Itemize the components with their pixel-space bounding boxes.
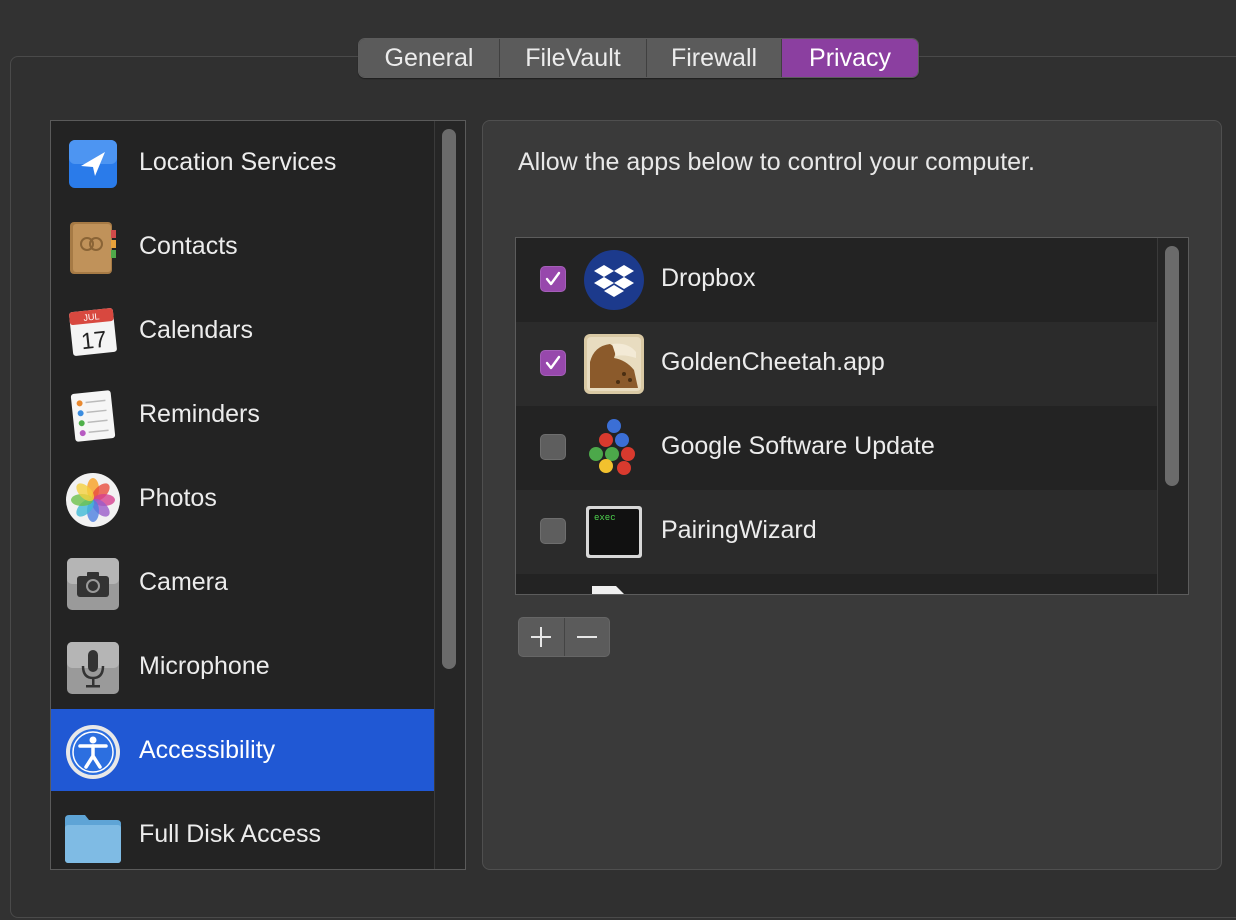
category-photos[interactable]: Photos — [51, 457, 434, 539]
google-update-balls-icon — [589, 419, 635, 475]
remove-button[interactable] — [565, 618, 609, 656]
goldencheetah-icon — [584, 334, 644, 394]
app-name: Dropbox — [661, 264, 756, 292]
category-calendars[interactable]: JUL 17 Calendars — [51, 289, 434, 371]
app-checkbox[interactable] — [540, 266, 566, 292]
privacy-category-list[interactable]: Location Services Contacts JUL 17 Calend… — [50, 120, 466, 870]
category-reminders[interactable]: Reminders — [51, 373, 434, 455]
app-list-scrollbar[interactable] — [1157, 238, 1188, 594]
tab-privacy[interactable]: Privacy — [782, 39, 918, 77]
category-label: Reminders — [139, 399, 260, 428]
tab-filevault[interactable]: FileVault — [500, 39, 647, 77]
app-checkbox[interactable] — [540, 434, 566, 460]
checkmark-icon — [545, 355, 561, 370]
document-icon — [592, 586, 624, 594]
category-scrollbar[interactable] — [434, 121, 465, 869]
app-row-goldencheetah[interactable]: GoldenCheetah.app — [516, 322, 1158, 406]
location-arrow-icon — [69, 140, 117, 188]
category-location-services[interactable]: Location Services — [51, 121, 434, 203]
category-label: Contacts — [139, 231, 238, 260]
add-button[interactable] — [519, 618, 565, 656]
app-checkbox[interactable] — [540, 350, 566, 376]
category-label: Calendars — [139, 315, 253, 344]
minus-icon — [577, 636, 597, 638]
folder-icon — [65, 815, 121, 863]
category-scroll-thumb[interactable] — [442, 129, 456, 669]
app-list[interactable]: Dropbox GoldenCheetah.app Google Softwar… — [515, 237, 1189, 595]
category-label: Photos — [139, 483, 217, 512]
category-contacts[interactable]: Contacts — [51, 205, 434, 287]
tab-firewall[interactable]: Firewall — [647, 39, 782, 77]
calendar-icon: JUL 17 — [69, 308, 117, 356]
app-list-scroll-thumb[interactable] — [1165, 246, 1179, 486]
camera-icon — [67, 558, 119, 610]
app-row-partial[interactable] — [516, 574, 1158, 594]
add-remove-control — [518, 617, 610, 657]
category-label: Microphone — [139, 651, 270, 680]
category-camera[interactable]: Camera — [51, 541, 434, 623]
photos-flower-icon — [66, 473, 120, 527]
category-label: Full Disk Access — [139, 819, 321, 848]
plus-icon — [531, 627, 551, 647]
category-label: Camera — [139, 567, 228, 596]
contacts-book-icon — [70, 222, 116, 274]
app-row-pairingwizard[interactable]: exec PairingWizard — [516, 490, 1158, 574]
svg-text:17: 17 — [80, 326, 108, 355]
reminders-list-icon — [70, 390, 116, 442]
microphone-icon — [67, 642, 119, 694]
tab-bar: General FileVault Firewall Privacy — [358, 38, 919, 78]
category-accessibility[interactable]: Accessibility — [51, 709, 434, 791]
dropbox-icon — [584, 250, 644, 310]
svg-text:exec: exec — [594, 513, 616, 523]
pane-description: Allow the apps below to control your com… — [518, 148, 1035, 176]
category-full-disk-access[interactable]: Full Disk Access — [51, 793, 434, 869]
app-checkbox[interactable] — [540, 518, 566, 544]
app-name: Google Software Update — [661, 432, 935, 460]
category-microphone[interactable]: Microphone — [51, 625, 434, 707]
checkmark-icon — [545, 271, 561, 286]
app-name: PairingWizard — [661, 516, 817, 544]
terminal-exec-icon: exec — [586, 506, 642, 558]
accessibility-figure-icon — [66, 725, 120, 779]
app-name: GoldenCheetah.app — [661, 348, 885, 376]
app-row-dropbox[interactable]: Dropbox — [516, 238, 1158, 322]
tab-general[interactable]: General — [359, 39, 500, 77]
category-label: Accessibility — [139, 735, 276, 764]
svg-text:JUL: JUL — [83, 311, 100, 323]
app-row-google-software-update[interactable]: Google Software Update — [516, 406, 1158, 490]
category-label: Location Services — [139, 147, 337, 176]
